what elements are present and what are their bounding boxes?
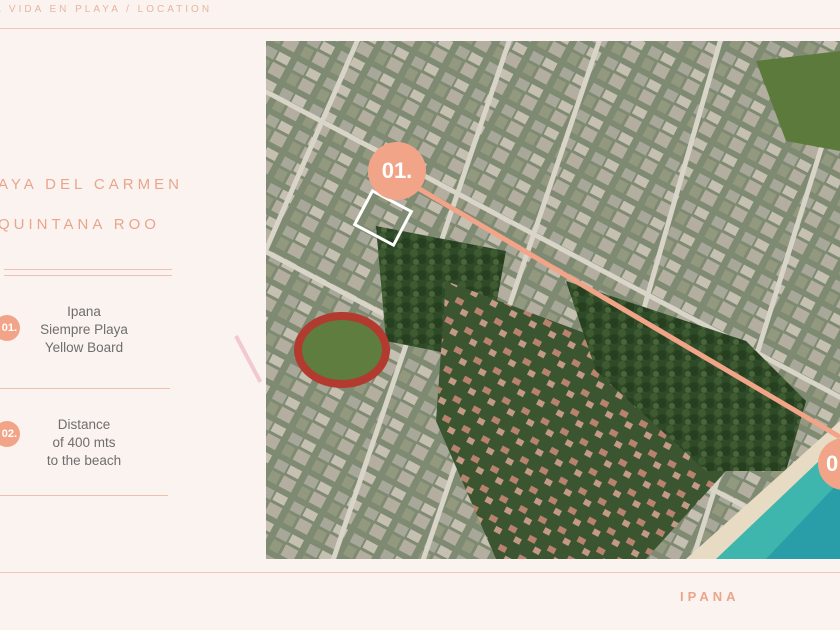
point-2-line-1: Distance (57, 417, 111, 432)
watermark-mark (234, 335, 263, 383)
point-1-line-2: Siempre Playa (40, 322, 128, 337)
point-1-line-3: Yellow Board (44, 340, 124, 355)
point-1-line-1: Ipana (67, 304, 101, 319)
brand-label: IPANA (680, 589, 740, 604)
point-2-line-2: of 400 mts (52, 435, 116, 450)
bottom-divider (0, 572, 840, 573)
breadcrumb: A VIDA EN PLAYA / LOCATION (0, 4, 213, 15)
point-2-line-3: to the beach (46, 453, 122, 468)
divider-2 (0, 495, 168, 496)
city-label: AYA DEL CARMEN (0, 176, 183, 193)
stadium-field (302, 320, 382, 380)
map-image (266, 41, 840, 559)
point-1-description: Ipana Siempre Playa Yellow Board (14, 303, 154, 357)
state-label: QUINTANA ROO (0, 216, 160, 233)
divider-double-bottom (4, 275, 172, 276)
point-2-description: Distance of 400 mts to the beach (14, 416, 154, 470)
top-divider (0, 28, 840, 29)
satellite-map[interactable] (266, 41, 840, 559)
divider-1 (0, 388, 170, 389)
divider-double-top (4, 269, 172, 270)
map-marker-1[interactable]: 01. (368, 142, 426, 200)
